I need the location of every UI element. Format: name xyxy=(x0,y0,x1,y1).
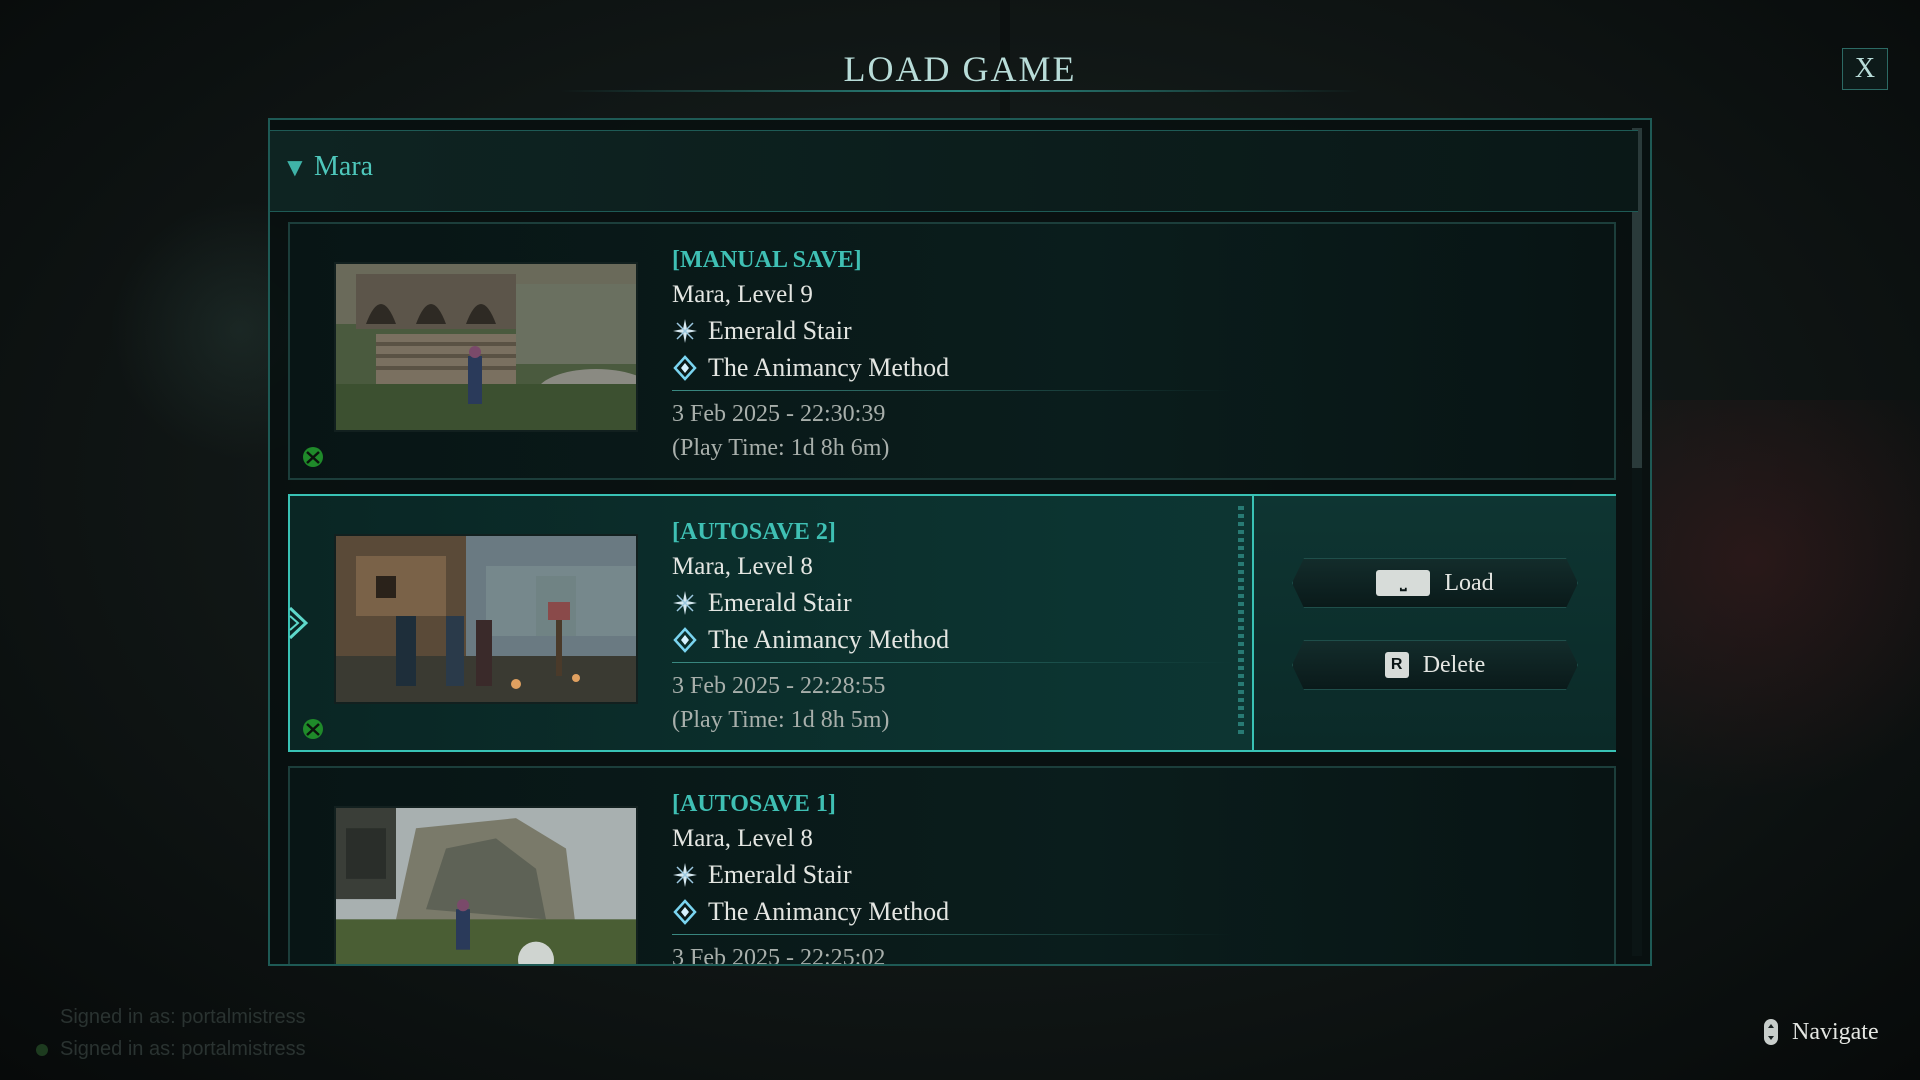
location-name: Emerald Stair xyxy=(708,316,852,345)
save-thumbnail xyxy=(334,262,638,432)
save-list-panel: ▼ Mara [MANUAL SAVE] Mara, Level 9 Emera… xyxy=(268,118,1652,966)
character-level: Mara, Level 8 xyxy=(672,825,813,852)
location-name: Emerald Stair xyxy=(708,860,852,889)
character-level: Mara, Level 8 xyxy=(672,553,813,580)
r-key-icon: R xyxy=(1385,652,1409,678)
save-date: 3 Feb 2025 - 22:28:55 xyxy=(672,673,886,699)
delete-label: Delete xyxy=(1422,651,1486,678)
play-time: (Play Time: 1d 8h 6m) xyxy=(672,435,890,461)
selection-indicator-icon xyxy=(288,606,308,640)
navigate-hint: Navigate xyxy=(1762,1018,1879,1046)
character-level: Mara, Level 9 xyxy=(672,281,813,308)
save-slot-autosave-2[interactable]: [AUTOSAVE 2] Mara, Level 8 Emerald Stair… xyxy=(288,494,1616,752)
save-thumbnail xyxy=(334,806,638,964)
save-actions-panel: ⎵ Load R Delete xyxy=(1238,496,1616,750)
character-group-name: Mara xyxy=(314,151,374,182)
quest-diamond-icon xyxy=(673,898,697,925)
load-label: Load xyxy=(1444,569,1494,596)
space-key-icon: ⎵ xyxy=(1376,570,1430,596)
compass-star-icon xyxy=(673,318,697,343)
play-time: (Play Time: 1d 8h 5m) xyxy=(672,707,890,733)
save-date: 3 Feb 2025 - 22:25:02 xyxy=(672,945,886,966)
location-name: Emerald Stair xyxy=(708,588,852,617)
save-date: 3 Feb 2025 - 22:30:39 xyxy=(672,401,886,427)
save-thumbnail xyxy=(334,534,638,704)
save-type-label: [AUTOSAVE 2] xyxy=(672,519,836,545)
load-button[interactable]: ⎵ Load xyxy=(1292,558,1578,608)
compass-star-icon xyxy=(673,862,697,887)
save-type-label: [MANUAL SAVE] xyxy=(672,247,862,273)
save-type-label: [AUTOSAVE 1] xyxy=(672,791,836,817)
xbox-icon xyxy=(303,447,323,467)
quest-diamond-icon xyxy=(673,626,697,653)
chevron-down-icon: ▼ xyxy=(282,153,308,182)
info-divider xyxy=(672,390,1232,391)
delete-button[interactable]: R Delete xyxy=(1292,640,1578,690)
info-divider xyxy=(672,662,1232,663)
panel-divider xyxy=(1238,506,1244,736)
save-slot-manual[interactable]: [MANUAL SAVE] Mara, Level 9 Emerald Stai… xyxy=(288,222,1616,480)
xbox-icon xyxy=(303,719,323,739)
compass-star-icon xyxy=(673,590,697,615)
page-title: LOAD GAME xyxy=(843,49,1077,89)
left-stick-icon xyxy=(1764,1019,1778,1045)
quest-name: The Animancy Method xyxy=(708,897,950,926)
signin-text-secondary: Signed in as: portalmistress xyxy=(60,1038,306,1060)
close-button[interactable]: X xyxy=(1842,48,1888,90)
quest-name: The Animancy Method xyxy=(708,353,950,382)
quest-name: The Animancy Method xyxy=(708,625,950,654)
signin-text: Signed in as: portalmistress xyxy=(60,1006,306,1028)
info-divider xyxy=(672,934,1232,935)
signin-status-dot xyxy=(36,1044,48,1056)
scrollbar[interactable] xyxy=(1632,128,1642,956)
navigate-label: Navigate xyxy=(1792,1018,1879,1045)
save-slot-autosave-1[interactable]: [AUTOSAVE 1] Mara, Level 8 Emerald Stair… xyxy=(288,766,1616,966)
close-icon: X xyxy=(1854,53,1876,84)
character-group-header[interactable]: ▼ Mara xyxy=(270,130,1638,212)
title-underline xyxy=(560,90,1360,92)
quest-diamond-icon xyxy=(673,354,697,381)
